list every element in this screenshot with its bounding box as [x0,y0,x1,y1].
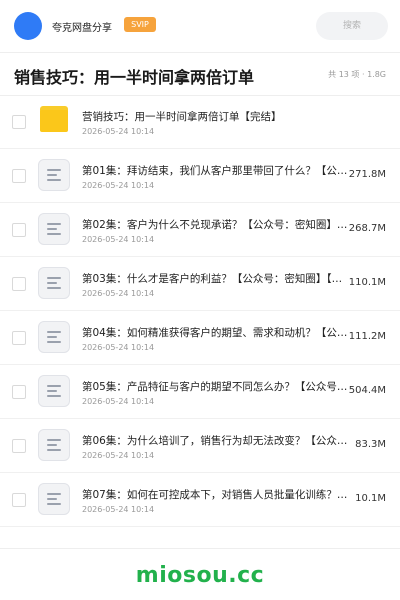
file-row[interactable]: 第06集：为什么培训了，销售行为却无法改变？【公众号：密知圈】 2026-05-2… [0,419,400,473]
file-name: 第01集：拜访结束，我们从客户那里带回了什么？【公众号：密知圈】 [82,165,350,177]
document-icon [38,159,70,191]
search-input[interactable]: 搜索 [316,12,388,40]
file-name: 第07集：如何在可控成本下，对销售人员批量化训练？【公众号】 [82,489,350,501]
watermark: miosou.cc [135,563,265,588]
row-checkbox[interactable] [12,115,26,129]
top-bar: 夸克网盘分享 SVIP 搜索 [0,0,400,52]
file-date: 2026-05-24 10:14 [82,505,155,514]
header-divider [0,52,400,53]
avatar[interactable] [14,12,42,40]
file-date: 2026-05-24 10:14 [82,397,155,406]
file-date: 2026-05-24 10:14 [82,343,155,352]
file-row[interactable]: 第04集：如何精准获得客户的期望、需求和动机？【公众号】 2026-05-24 1… [0,311,400,365]
file-row[interactable]: 第02集：客户为什么不兑现承诺？【公众号：密知圈】【公众号】 2026-05-24… [0,203,400,257]
document-icon [38,483,70,515]
file-date: 2026-05-24 10:14 [82,127,155,136]
row-checkbox[interactable] [12,223,26,237]
file-name: 营销技巧：用一半时间拿两倍订单【完结】 [82,111,282,123]
row-checkbox[interactable] [12,385,26,399]
file-row[interactable]: 第05集：产品特征与客户的期望不同怎么办？【公众号：密知圈】 2026-05-24… [0,365,400,419]
file-row[interactable]: 第03集：什么才是客户的利益？【公众号：密知圈】【公众号】 2026-05-24 … [0,257,400,311]
file-row[interactable]: 第07集：如何在可控成本下，对销售人员批量化训练？【公众号】 2026-05-24… [0,473,400,527]
file-size: 271.8M [348,169,386,180]
folder-row[interactable]: 营销技巧：用一半时间拿两倍订单【完结】 2026-05-24 10:14 [0,95,400,149]
file-row[interactable]: 第01集：拜访结束，我们从客户那里带回了什么？【公众号：密知圈】 2026-05-… [0,149,400,203]
row-checkbox[interactable] [12,169,26,183]
document-icon [38,213,70,245]
document-icon [38,321,70,353]
file-size: 10.1M [355,493,386,504]
file-name: 第02集：客户为什么不兑现承诺？【公众号：密知圈】【公众号】 [82,219,350,231]
folder-meta: 共 13 项 · 1.8G [328,70,386,79]
file-name: 第04集：如何精准获得客户的期望、需求和动机？【公众号】 [82,327,350,339]
app-name: 夸克网盘分享 [52,23,112,34]
file-size: 110.1M [348,277,386,288]
file-name: 第05集：产品特征与客户的期望不同怎么办？【公众号：密知圈】 [82,381,350,393]
folder-icon [40,106,68,132]
file-size: 83.3M [355,439,386,450]
file-size: 504.4M [348,385,386,396]
document-icon [38,429,70,461]
svip-badge: SVIP [124,17,156,32]
file-date: 2026-05-24 10:14 [82,289,155,298]
file-size: 268.7M [348,223,386,234]
row-checkbox[interactable] [12,331,26,345]
document-icon [38,375,70,407]
footer-divider [0,548,400,549]
file-date: 2026-05-24 10:14 [82,181,155,190]
file-date: 2026-05-24 10:14 [82,235,155,244]
document-icon [38,267,70,299]
row-checkbox[interactable] [12,277,26,291]
row-divider [0,526,400,527]
row-checkbox[interactable] [12,493,26,507]
file-date: 2026-05-24 10:14 [82,451,155,460]
file-name: 第06集：为什么培训了，销售行为却无法改变？【公众号：密知圈】 [82,435,350,447]
file-name: 第03集：什么才是客户的利益？【公众号：密知圈】【公众号】 [82,273,350,285]
row-checkbox[interactable] [12,439,26,453]
file-size: 111.2M [348,331,386,342]
page-title: 销售技巧：用一半时间拿两倍订单 [14,68,255,87]
